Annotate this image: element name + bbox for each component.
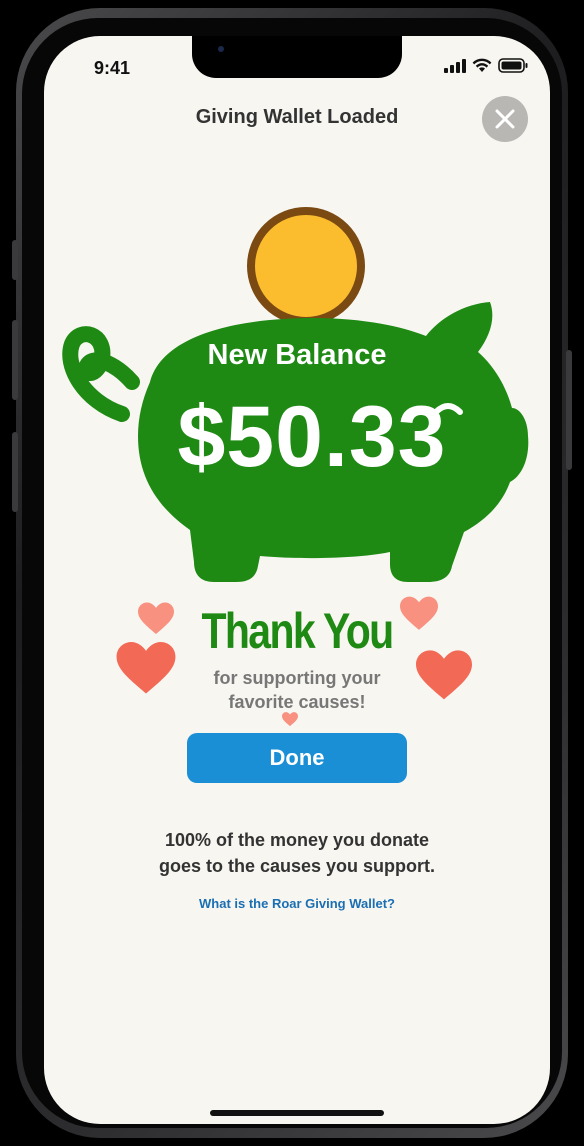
balance-label: New Balance [207,339,387,371]
home-indicator[interactable] [210,1110,384,1116]
note-line-2: goes to the causes you support. [158,856,436,876]
camera-icon [218,46,224,52]
power-button [566,350,572,470]
thank-you-title: Thank You [201,603,394,659]
subtitle-line-2: favorite causes! [228,692,366,712]
status-time: 9:41 [94,58,131,78]
what-is-wallet-link[interactable]: What is the Roar Giving Wallet? [44,896,550,911]
page-title: Giving Wallet Loaded [195,106,399,128]
wifi-icon [472,58,492,72]
volume-down-button [12,432,18,512]
notch [192,36,402,78]
done-button[interactable]: Done [187,733,407,783]
close-icon [495,109,515,129]
close-button[interactable] [482,96,528,142]
subtitle-line-1: for supporting your [213,668,381,688]
app-screen: 9:41 Giving Wallet Loaded New Balance $5… [44,36,550,1124]
device-stage: 9:41 Giving Wallet Loaded New Balance $5… [0,0,584,1146]
coin-icon [247,207,365,325]
volume-up-button [12,320,18,400]
thank-you-subtitle: for supporting your favorite causes! [44,666,550,714]
cellular-signal-icon [444,58,466,73]
status-icons [444,58,528,73]
balance-amount: $50.33 [177,389,447,485]
battery-icon [498,58,528,73]
donation-note: 100% of the money you donate goes to the… [44,827,550,879]
mute-switch [12,240,18,280]
heart-icon [282,712,298,727]
note-line-1: 100% of the money you donate [164,830,430,850]
